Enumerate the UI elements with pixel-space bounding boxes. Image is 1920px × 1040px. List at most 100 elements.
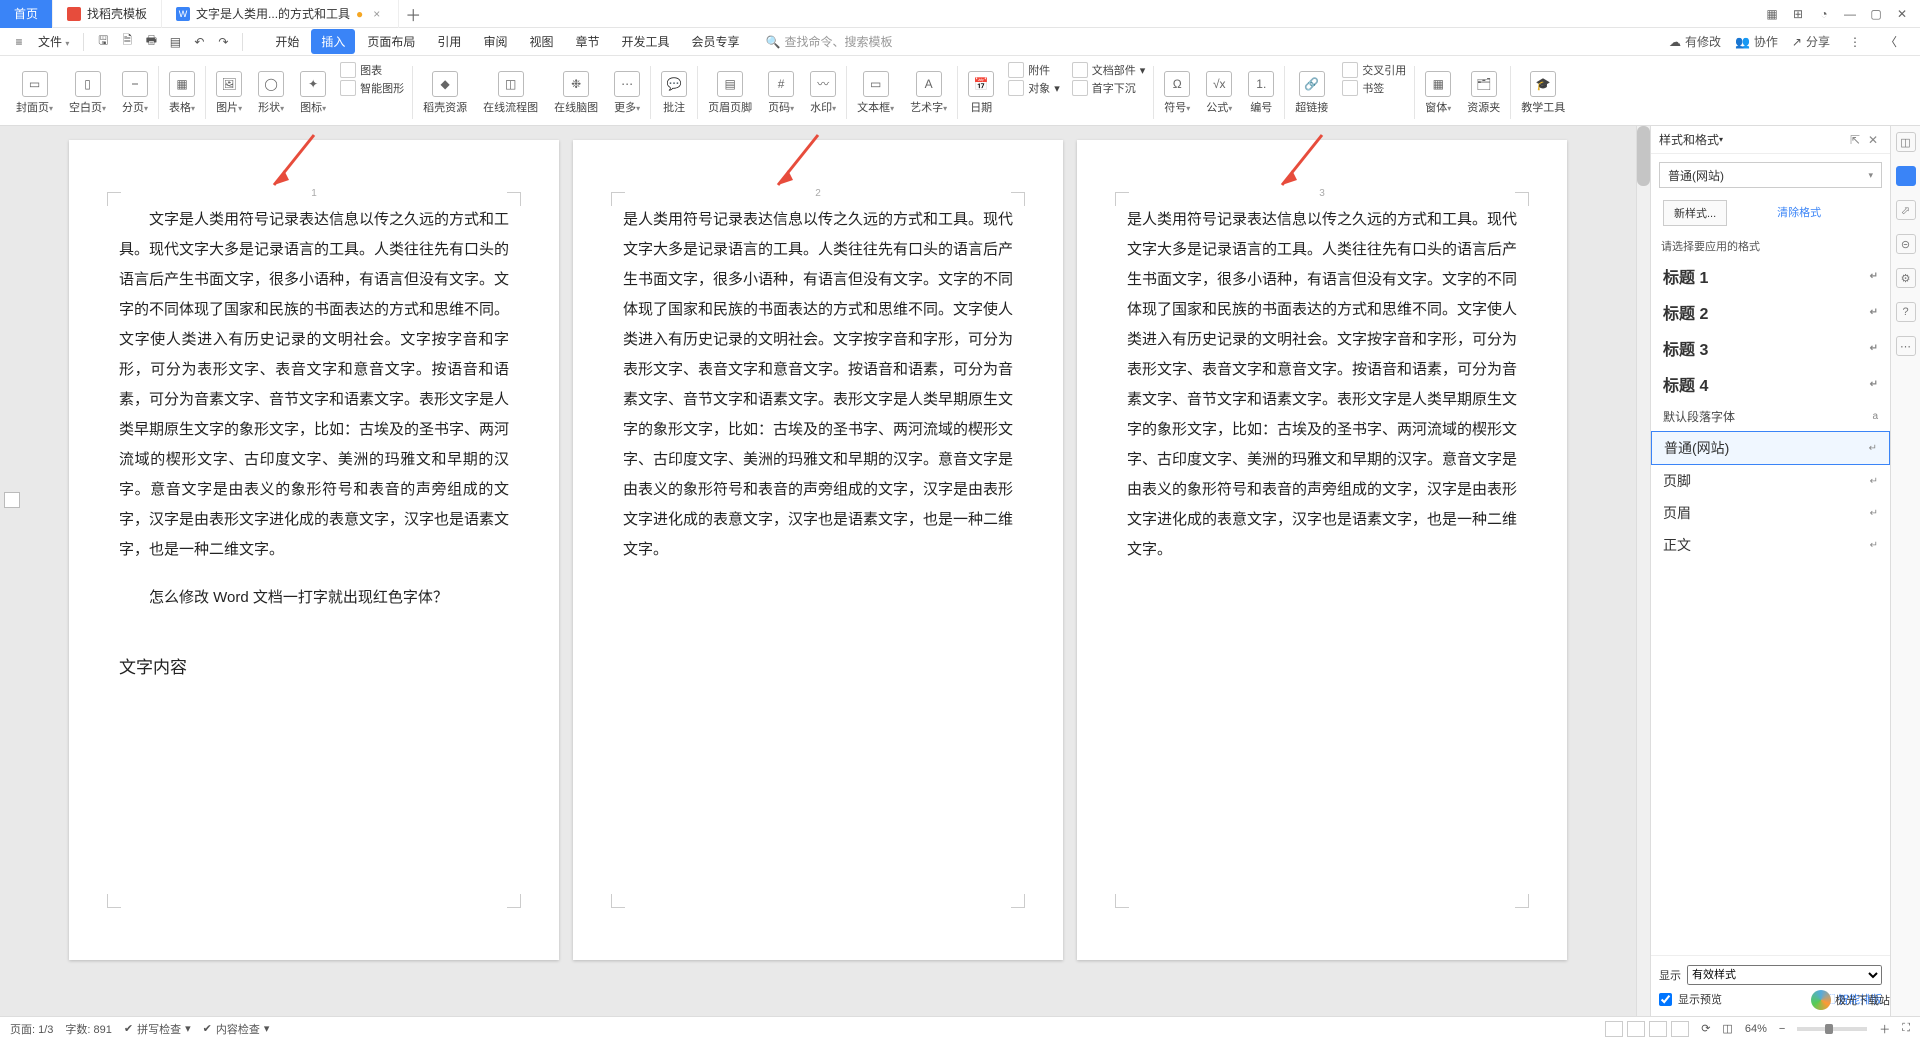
ribbon-dropcap[interactable]: 首字下沉 [1072,80,1146,96]
ribbon-number[interactable]: 1.编号 [1240,60,1282,125]
ribbon-textbox[interactable]: ▭文本框▾ [849,60,902,125]
redo-icon[interactable]: ↷ [212,31,234,53]
style-item[interactable]: 正文↵ [1651,529,1890,561]
side-limit-icon[interactable]: ⊝ [1896,234,1916,254]
ribbon-edutool[interactable]: 🎓教学工具 [1513,60,1573,125]
ribbon-watermark[interactable]: 〰水印▾ [802,60,844,125]
ribbon-chart[interactable]: 图表 [340,62,404,78]
view-outline-icon[interactable] [1627,1021,1645,1037]
view-read-icon[interactable] [1671,1021,1689,1037]
ribbon-more[interactable]: ⋯更多▾ [606,60,648,125]
style-item[interactable]: 标题 1↵ [1651,258,1890,294]
tab-templates[interactable]: 找稻壳模板 [53,0,162,28]
ribbon-table[interactable]: ▦表格▾ [161,60,203,125]
ribbon-picture[interactable]: 🖼图片▾ [208,60,250,125]
menutab-member[interactable]: 会员专享 [682,29,750,54]
style-item[interactable]: 标题 2↵ [1651,294,1890,330]
clear-format-button[interactable]: 清除格式 [1767,200,1831,226]
ribbon-smart[interactable]: 智能图形 [340,80,404,96]
style-item[interactable]: 默认段落字体a [1651,402,1890,431]
ribbon-bookmark[interactable]: 书签 [1342,80,1406,96]
close-button[interactable]: ✕ [1890,2,1914,26]
zoom-slider[interactable] [1797,1027,1867,1031]
status-sync-icon[interactable]: ⟳ [1701,1022,1710,1035]
grid-icon[interactable]: ⊞ [1786,2,1810,26]
maximize-button[interactable]: ▢ [1864,2,1888,26]
ribbon-docer[interactable]: ◆稻壳资源 [415,60,475,125]
fullscreen-icon[interactable]: ⛶ [1902,1022,1910,1035]
document-area[interactable]: 1 文字是人类用符号记录表达信息以传之久远的方式和工具。现代文字大多是记录语言的… [0,126,1636,1016]
style-item[interactable]: 普通(网站)↵ [1651,431,1890,465]
collab-link[interactable]: 👥协作 [1735,33,1778,50]
tab-document[interactable]: W 文字是人类用...的方式和工具 ● × [162,0,399,28]
ribbon-object[interactable]: 对象▾ [1008,80,1060,96]
side-select-icon[interactable]: ⬀ [1896,200,1916,220]
ribbon-cover[interactable]: ▭封面页▾ [8,60,61,125]
status-contentcheck[interactable]: ✔内容检查 ▾ [203,1021,270,1037]
menutab-view[interactable]: 视图 [519,29,563,54]
zoom-control[interactable]: 64% [1745,1023,1767,1035]
collapse-ribbon-icon[interactable]: 〈 [1880,31,1902,53]
layout-icon[interactable]: ▦ [1760,2,1784,26]
status-spellcheck[interactable]: ✔拼写检查 ▾ [124,1021,191,1037]
file-menu[interactable]: 文件 ▾ [32,33,75,50]
ribbon-xref[interactable]: 交叉引用 [1342,62,1406,78]
ribbon-resource[interactable]: 🗂资源夹 [1459,60,1508,125]
style-item[interactable]: 标题 4↵ [1651,366,1890,402]
side-settings-icon[interactable]: ⚙ [1896,268,1916,288]
page-2[interactable]: 2 是人类用符号记录表达信息以传之久远的方式和工具。现代文字大多是记录语言的工具… [573,140,1063,960]
ribbon-break[interactable]: ⎯分页▾ [114,60,156,125]
minimize-button[interactable]: — [1838,2,1862,26]
tab-add-button[interactable]: ＋ [399,2,427,26]
ribbon-pagenum[interactable]: #页码▾ [760,60,802,125]
ribbon-attach[interactable]: 附件 [1008,62,1060,78]
side-styles-icon[interactable] [1896,166,1916,186]
ribbon-form[interactable]: ▦窗体▾ [1417,60,1459,125]
ribbon-shape[interactable]: ◯形状▾ [250,60,292,125]
new-style-button[interactable]: 新样式... [1663,200,1727,226]
view-print-icon[interactable] [1605,1021,1623,1037]
save-icon[interactable]: 🖫 [92,31,114,53]
panel-pin-icon[interactable]: ⇱ [1846,133,1864,147]
style-item[interactable]: 标题 3↵ [1651,330,1890,366]
ribbon-mindmap[interactable]: ❉在线脑图 [546,60,606,125]
ribbon-docpart[interactable]: 文档部件▾ [1072,62,1146,78]
view-web-icon[interactable] [1649,1021,1667,1037]
page-1[interactable]: 1 文字是人类用符号记录表达信息以传之久远的方式和工具。现代文字大多是记录语言的… [69,140,559,960]
vertical-scrollbar[interactable] [1636,126,1650,1016]
menutab-chapter[interactable]: 章节 [565,29,609,54]
menutab-start[interactable]: 开始 [265,29,309,54]
insert-marker-icon[interactable] [4,492,20,508]
tab-home[interactable]: 首页 [0,0,53,28]
status-measure-icon[interactable]: ◫ [1722,1022,1732,1035]
ribbon-hyperlink[interactable]: 🔗超链接 [1287,60,1336,125]
ribbon-equation[interactable]: √x公式▾ [1198,60,1240,125]
save-as-icon[interactable]: 🗎 [116,31,138,53]
ribbon-headerfooter[interactable]: ▤页眉页脚 [700,60,760,125]
ribbon-flowchart[interactable]: ◫在线流程图 [475,60,546,125]
current-style-select[interactable]: 普通(网站) ▾ [1659,162,1882,188]
panel-close-icon[interactable]: ✕ [1864,133,1882,147]
undo-icon[interactable]: ↶ [188,31,210,53]
side-more-icon[interactable]: ⋯ [1896,336,1916,356]
style-item[interactable]: 页眉↵ [1651,497,1890,529]
scrollbar-thumb[interactable] [1637,126,1650,186]
zoom-slider-thumb[interactable] [1825,1024,1833,1034]
menutab-references[interactable]: 引用 [427,29,471,54]
command-search[interactable]: 🔍 查找命令、搜索模板 [766,33,893,50]
print-preview-icon[interactable]: ▤ [164,31,186,53]
ribbon-comment[interactable]: 💬批注 [653,60,695,125]
ribbon-blank[interactable]: ▯空白页▾ [61,60,114,125]
side-help-icon[interactable]: ? [1896,302,1916,322]
menutab-layout[interactable]: 页面布局 [357,29,425,54]
page-3[interactable]: 3 是人类用符号记录表达信息以传之久远的方式和工具。现代文字大多是记录语言的工具… [1077,140,1567,960]
tab-close-button[interactable]: × [369,7,384,21]
ribbon-wordart[interactable]: A艺术字▾ [902,60,955,125]
ribbon-date[interactable]: 📅日期 [960,60,1002,125]
share-link[interactable]: ↗分享 [1792,33,1830,50]
menu-toggle-icon[interactable]: ≡ [8,31,30,53]
menutab-insert[interactable]: 插入 [311,29,355,54]
menutab-devtools[interactable]: 开发工具 [611,29,679,54]
show-select[interactable]: 有效样式 [1687,965,1882,985]
more-menu-icon[interactable]: ⋮ [1844,31,1866,53]
